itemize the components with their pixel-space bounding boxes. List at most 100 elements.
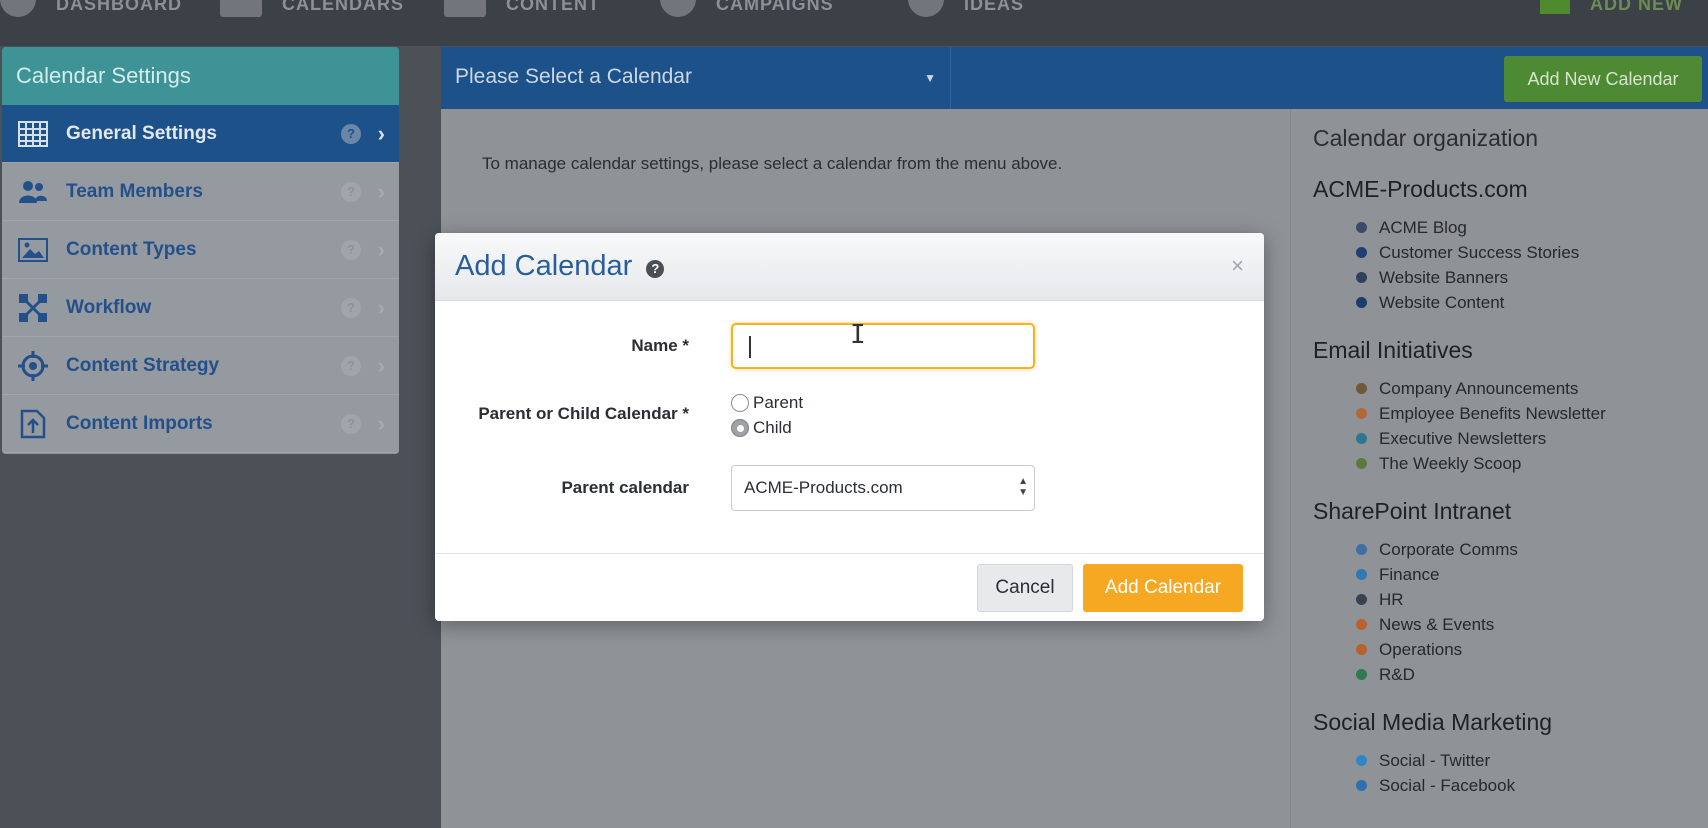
org-group: SharePoint Intranet Corporate Comms Fina… [1313,498,1686,687]
org-item-label: ACME Blog [1379,217,1467,237]
org-item-label: Operations [1379,639,1463,659]
add-new-calendar-button[interactable]: Add New Calendar [1504,56,1702,102]
nav-dashboard-label: DASHBOARD [56,0,182,14]
org-calendar-item[interactable]: HR [1313,587,1686,612]
org-calendar-item[interactable]: The Weekly Scoop [1313,451,1686,476]
sidebar-title: Calendar Settings [2,47,399,105]
team-icon [16,177,50,207]
help-icon[interactable]: ? [646,259,665,278]
color-dot [1356,458,1367,469]
add-calendar-button[interactable]: Add Calendar [1083,564,1243,612]
help-icon[interactable]: ? [341,240,361,260]
caret-down-icon: ▼ [924,71,936,85]
cancel-button[interactable]: Cancel [977,564,1073,612]
org-calendar-item[interactable]: Finance [1313,562,1686,587]
org-item-label: News & Events [1379,614,1495,634]
color-dot [1356,644,1367,655]
help-icon[interactable]: ? [341,298,361,318]
color-dot [1356,669,1367,680]
text-cursor [749,336,751,358]
text-cursor-icon: I [850,320,866,350]
parent-calendar-row: Parent calendar ACME-Products.com ▲ ▼ [435,465,1264,511]
parent-child-label: Parent or Child Calendar * [478,404,689,423]
sidebar-item-content-types[interactable]: Content Types ? › [2,221,399,279]
color-dot [1356,755,1367,766]
sidebar-item-label: Content Imports [66,412,213,434]
chevron-right-icon: › [377,179,385,204]
org-calendar-item[interactable]: ACME Blog [1313,215,1686,240]
org-item-label: Social - Facebook [1379,775,1516,795]
org-calendar-item[interactable]: News & Events [1313,612,1686,637]
org-group-title: SharePoint Intranet [1313,498,1512,524]
sidebar-item-general-settings[interactable]: General Settings ? › [2,105,399,163]
org-calendar-item[interactable]: Website Banners [1313,265,1686,290]
sidebar-item-label: Workflow [66,296,152,318]
org-item-label: Finance [1379,564,1440,584]
help-icon[interactable]: ? [341,124,361,144]
name-label: Name * [631,336,689,355]
org-calendar-item[interactable]: Operations [1313,637,1686,662]
org-calendar-item[interactable]: Company Announcements [1313,376,1686,401]
org-calendar-item[interactable]: Customer Success Stories [1313,240,1686,265]
sidebar-item-label: Content Strategy [66,354,220,376]
org-calendar-item[interactable]: Corporate Comms [1313,537,1686,562]
parent-radio-option[interactable]: Parent [731,393,803,413]
org-calendar-item[interactable]: Social - Facebook [1313,773,1686,798]
nav-ideas[interactable]: IDEAS [908,0,1025,17]
color-dot [1356,594,1367,605]
org-item-label: HR [1379,589,1404,609]
parent-calendar-select[interactable]: ACME-Products.com ▲ ▼ [731,465,1035,511]
color-dot [1356,433,1367,444]
calendar-select-dropdown[interactable]: Please Select a Calendar ▼ [441,47,951,109]
help-icon[interactable]: ? [341,356,361,376]
org-calendar-item[interactable]: Social - Twitter [1313,748,1686,773]
nav-ideas-label: IDEAS [964,0,1025,14]
calendar-organization-panel: Calendar organization ACME-Products.com … [1290,109,1708,828]
parent-calendar-label: Parent calendar [561,478,689,497]
nav-content[interactable]: CONTENT [444,0,600,17]
color-dot [1356,383,1367,394]
parent-radio[interactable] [731,394,749,412]
sidebar-item-content-imports[interactable]: Content Imports ? › [2,395,399,453]
parent-radio-label: Parent [753,393,804,412]
modal-footer: Cancel Add Calendar [435,553,1264,621]
name-input[interactable] [731,323,1035,369]
org-group-title: ACME-Products.com [1313,176,1528,202]
image-icon [16,235,50,265]
org-item-label: R&D [1379,664,1415,684]
chevron-right-icon: › [377,353,385,378]
sidebar-item-team-members[interactable]: Team Members ? › [2,163,399,221]
nav-dashboard[interactable]: DASHBOARD [0,0,182,17]
select-calendar-message: To manage calendar settings, please sele… [482,154,1063,173]
close-icon[interactable]: × [1231,253,1244,279]
org-item-label: Social - Twitter [1379,750,1491,770]
top-navigation: DASHBOARD CALENDARS CONTENT CAMPAIGNS ID… [0,0,1708,46]
nav-add-new[interactable]: ADD NEW [1540,0,1683,14]
star-icon [660,0,696,17]
chevron-right-icon: › [377,237,385,262]
dashboard-icon [0,0,36,17]
grid-icon [16,119,50,149]
org-calendar-item[interactable]: Executive Newsletters [1313,426,1686,451]
org-calendar-item[interactable]: R&D [1313,662,1686,687]
sidebar-item-label: Content Types [66,238,197,260]
help-icon[interactable]: ? [341,182,361,202]
org-calendar-item[interactable]: Website Content [1313,290,1686,315]
org-item-label: Website Banners [1379,267,1509,287]
sidebar-item-content-strategy[interactable]: Content Strategy ? › [2,337,399,395]
nav-content-label: CONTENT [506,0,600,14]
nav-campaigns[interactable]: CAMPAIGNS [660,0,834,17]
sidebar-item-workflow[interactable]: Workflow ? › [2,279,399,337]
import-icon [16,409,50,439]
child-radio[interactable] [731,419,749,437]
nav-calendars-label: CALENDARS [282,0,405,14]
color-dot [1356,408,1367,419]
workflow-icon [16,293,50,323]
nav-calendars[interactable]: CALENDARS [220,0,405,17]
org-calendar-item[interactable]: Employee Benefits Newsletter [1313,401,1686,426]
help-icon[interactable]: ? [341,414,361,434]
org-group: Email Initiatives Company Announcements … [1313,337,1686,476]
color-dot [1356,619,1367,630]
child-radio-option[interactable]: Child [731,418,792,438]
org-item-label: Executive Newsletters [1379,428,1547,448]
